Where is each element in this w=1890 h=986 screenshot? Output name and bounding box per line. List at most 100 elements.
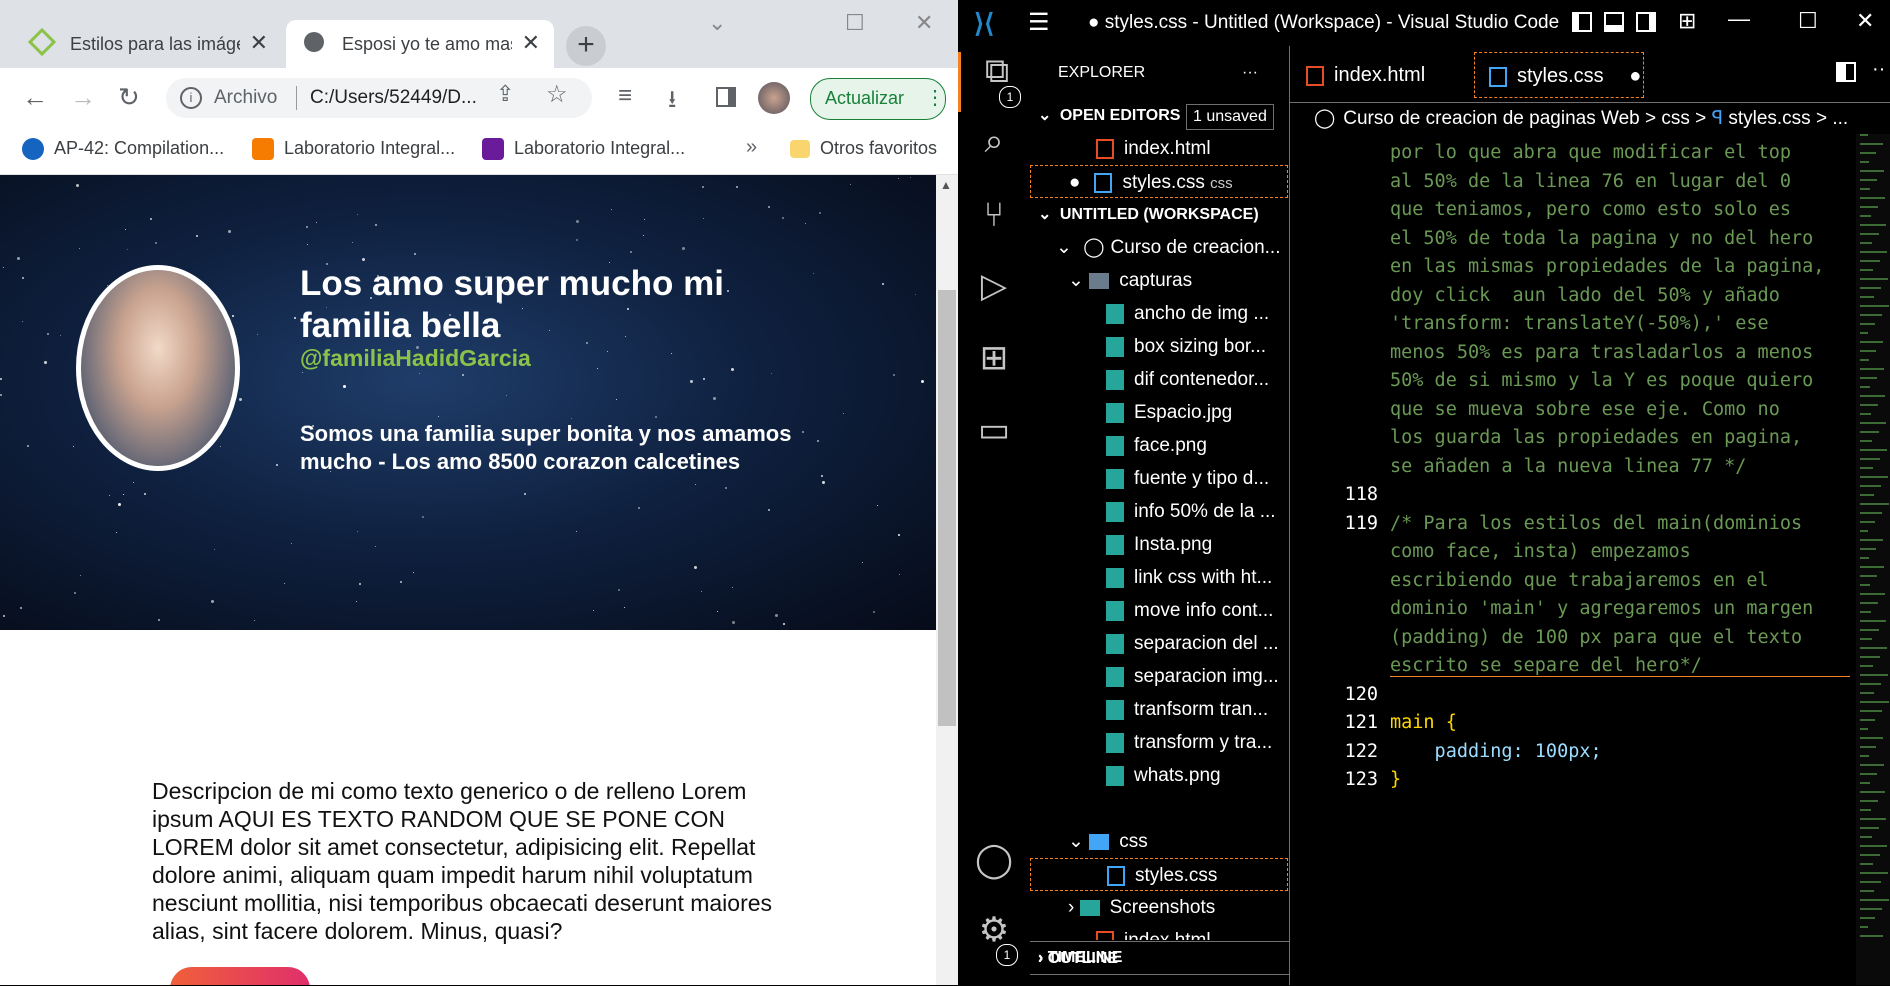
remote-explorer-icon[interactable]: ▭: [958, 410, 1030, 470]
minimap-line: [1860, 134, 1868, 136]
reload-icon[interactable]: ↻: [118, 82, 140, 113]
new-tab-button[interactable]: +: [566, 26, 606, 66]
folder-screenshots[interactable]: › Screenshots: [1030, 891, 1326, 924]
run-debug-icon[interactable]: ▷: [958, 266, 1030, 326]
breadcrumb-sep: >: [1695, 108, 1707, 129]
split-editor-icon[interactable]: [1836, 62, 1856, 82]
back-icon[interactable]: ←: [22, 82, 48, 113]
avatar[interactable]: [758, 82, 790, 114]
minimap-line: [1860, 818, 1886, 820]
star: [576, 219, 580, 223]
breadcrumb-item[interactable]: Curso de creacion de paginas Web: [1343, 108, 1639, 129]
open-editors-header[interactable]: ⌄ OPEN EDITORS 1 unsaved: [1030, 99, 1296, 132]
star: [375, 224, 378, 227]
minimap-line: [1860, 170, 1884, 172]
star: [72, 446, 74, 448]
manage-gear-icon[interactable]: ⚙ 1: [958, 910, 1030, 970]
html-file-icon: [1306, 65, 1324, 86]
workspace-header[interactable]: ⌄ UNTITLED (WORKSPACE): [1030, 198, 1296, 231]
explorer-sidebar: EXPLORER ··· ⌄ OPEN EDITORS 1 unsaved in…: [1030, 46, 1296, 985]
toggle-aux-icon[interactable]: [1636, 12, 1656, 32]
code-line: /* Para los estilos del main(dominios: [1390, 512, 1803, 534]
star: [211, 600, 215, 604]
instagram-icon[interactable]: [170, 967, 310, 985]
code-editor[interactable]: por lo que abra que modificar el top al 5…: [1290, 134, 1870, 985]
minimap-line: [1860, 548, 1876, 550]
star: [774, 613, 778, 617]
close-tab-icon[interactable]: ✕: [250, 30, 268, 56]
minimap-line: [1860, 323, 1875, 325]
close-icon[interactable]: ✕: [1856, 8, 1874, 34]
minimap-line: [1860, 269, 1873, 271]
star: [914, 294, 916, 296]
star: [419, 372, 421, 374]
timeline-header-label[interactable]: › TIMELINE: [1038, 949, 1122, 967]
toggle-sidebar-icon[interactable]: [1572, 12, 1592, 32]
breadcrumb-item[interactable]: styles.css: [1728, 108, 1810, 129]
folder-label: capturas: [1119, 270, 1193, 291]
maximize-icon[interactable]: ☐: [845, 10, 865, 36]
browser-tab-2[interactable]: Esposi yo te amo mas ✕: [286, 20, 554, 68]
star: [375, 545, 377, 547]
tab-favicon: [27, 27, 57, 57]
breadcrumb-item[interactable]: css: [1661, 108, 1690, 129]
file-styles-css[interactable]: styles.css: [1030, 858, 1288, 891]
accounts-icon[interactable]: ◯: [958, 840, 1030, 900]
folder-label: Screenshots: [1109, 897, 1216, 918]
address-bar[interactable]: i Archivo C:/Users/52449/D... ⇪ ☆: [166, 78, 592, 118]
extensions-icon[interactable]: ⊞: [958, 338, 1030, 398]
editor-tab-styles[interactable]: styles.css ●: [1474, 52, 1644, 98]
minimize-icon[interactable]: —: [1728, 6, 1750, 32]
reading-list-icon[interactable]: ≡: [618, 82, 632, 110]
open-editor-label: index.html: [1124, 138, 1211, 159]
scroll-up-icon[interactable]: ▲: [940, 178, 952, 192]
bookmark-item[interactable]: Laboratorio Integral...: [252, 138, 455, 161]
menu-icon[interactable]: ☰: [1028, 8, 1050, 37]
close-tab-icon[interactable]: ✕: [522, 30, 540, 56]
other-bookmarks[interactable]: Otros favoritos: [790, 138, 937, 159]
bookmark-item[interactable]: Laboratorio Integral...: [482, 138, 685, 161]
bookmark-item[interactable]: AP-42: Compilation...: [22, 138, 224, 161]
side-panel-icon[interactable]: [716, 87, 736, 107]
star: [876, 505, 878, 507]
folder-css[interactable]: ⌄ css: [1030, 825, 1326, 858]
star: [576, 239, 579, 242]
close-window-icon[interactable]: ✕: [915, 10, 933, 36]
scrollbar-thumb[interactable]: [938, 290, 956, 726]
source-control-icon[interactable]: ⑂: [958, 196, 1030, 256]
forward-icon[interactable]: →: [70, 82, 96, 113]
minimap-line: [1860, 881, 1881, 883]
star-icon[interactable]: ☆: [546, 80, 568, 109]
unsaved-dot-icon[interactable]: ●: [1629, 65, 1641, 87]
breadcrumb-item[interactable]: ...: [1832, 108, 1848, 129]
open-editor-styles[interactable]: ● styles.css css: [1030, 165, 1288, 198]
update-button[interactable]: Actualizar ⋮: [810, 78, 946, 120]
timeline-header[interactable]: [1030, 974, 1296, 986]
folder-capturas[interactable]: ⌄ capturas: [1030, 264, 1326, 297]
browser-tab-1[interactable]: Estilos para las imágenes ✕: [14, 20, 282, 68]
tab-search-icon[interactable]: ⌄: [708, 10, 726, 36]
minimap-line: [1860, 314, 1882, 316]
css-folder-icon: [1089, 833, 1110, 850]
workspace-root[interactable]: ⌄ ◯ Curso de creacion...: [1030, 231, 1314, 264]
maximize-icon[interactable]: ☐: [1798, 8, 1818, 34]
more-actions-icon[interactable]: ···: [1242, 56, 1258, 89]
minimap[interactable]: [1856, 134, 1890, 985]
vscode-titlebar: ⟩⟨ ☰ ● styles.css - Untitled (Workspace)…: [958, 0, 1890, 46]
share-icon[interactable]: ⇪: [496, 81, 514, 107]
search-icon[interactable]: ⌕: [958, 122, 1030, 182]
minimap-line: [1860, 305, 1889, 307]
star: [133, 481, 135, 483]
star: [302, 372, 304, 374]
bookmarks-overflow-icon[interactable]: »: [746, 136, 757, 159]
star: [615, 399, 617, 401]
layout-icon[interactable]: ⊞: [1678, 8, 1696, 34]
badge: 1: [999, 86, 1021, 108]
file-label: box sizing bor...: [1134, 336, 1267, 357]
download-icon[interactable]: ⭳: [668, 82, 676, 123]
editor-tab-index[interactable]: index.html: [1306, 52, 1456, 98]
toggle-panel-icon[interactable]: [1604, 12, 1624, 32]
star: [782, 622, 785, 625]
editor-more-icon[interactable]: ··: [1872, 58, 1885, 81]
explorer-icon[interactable]: ⧉ 1: [958, 52, 1033, 112]
